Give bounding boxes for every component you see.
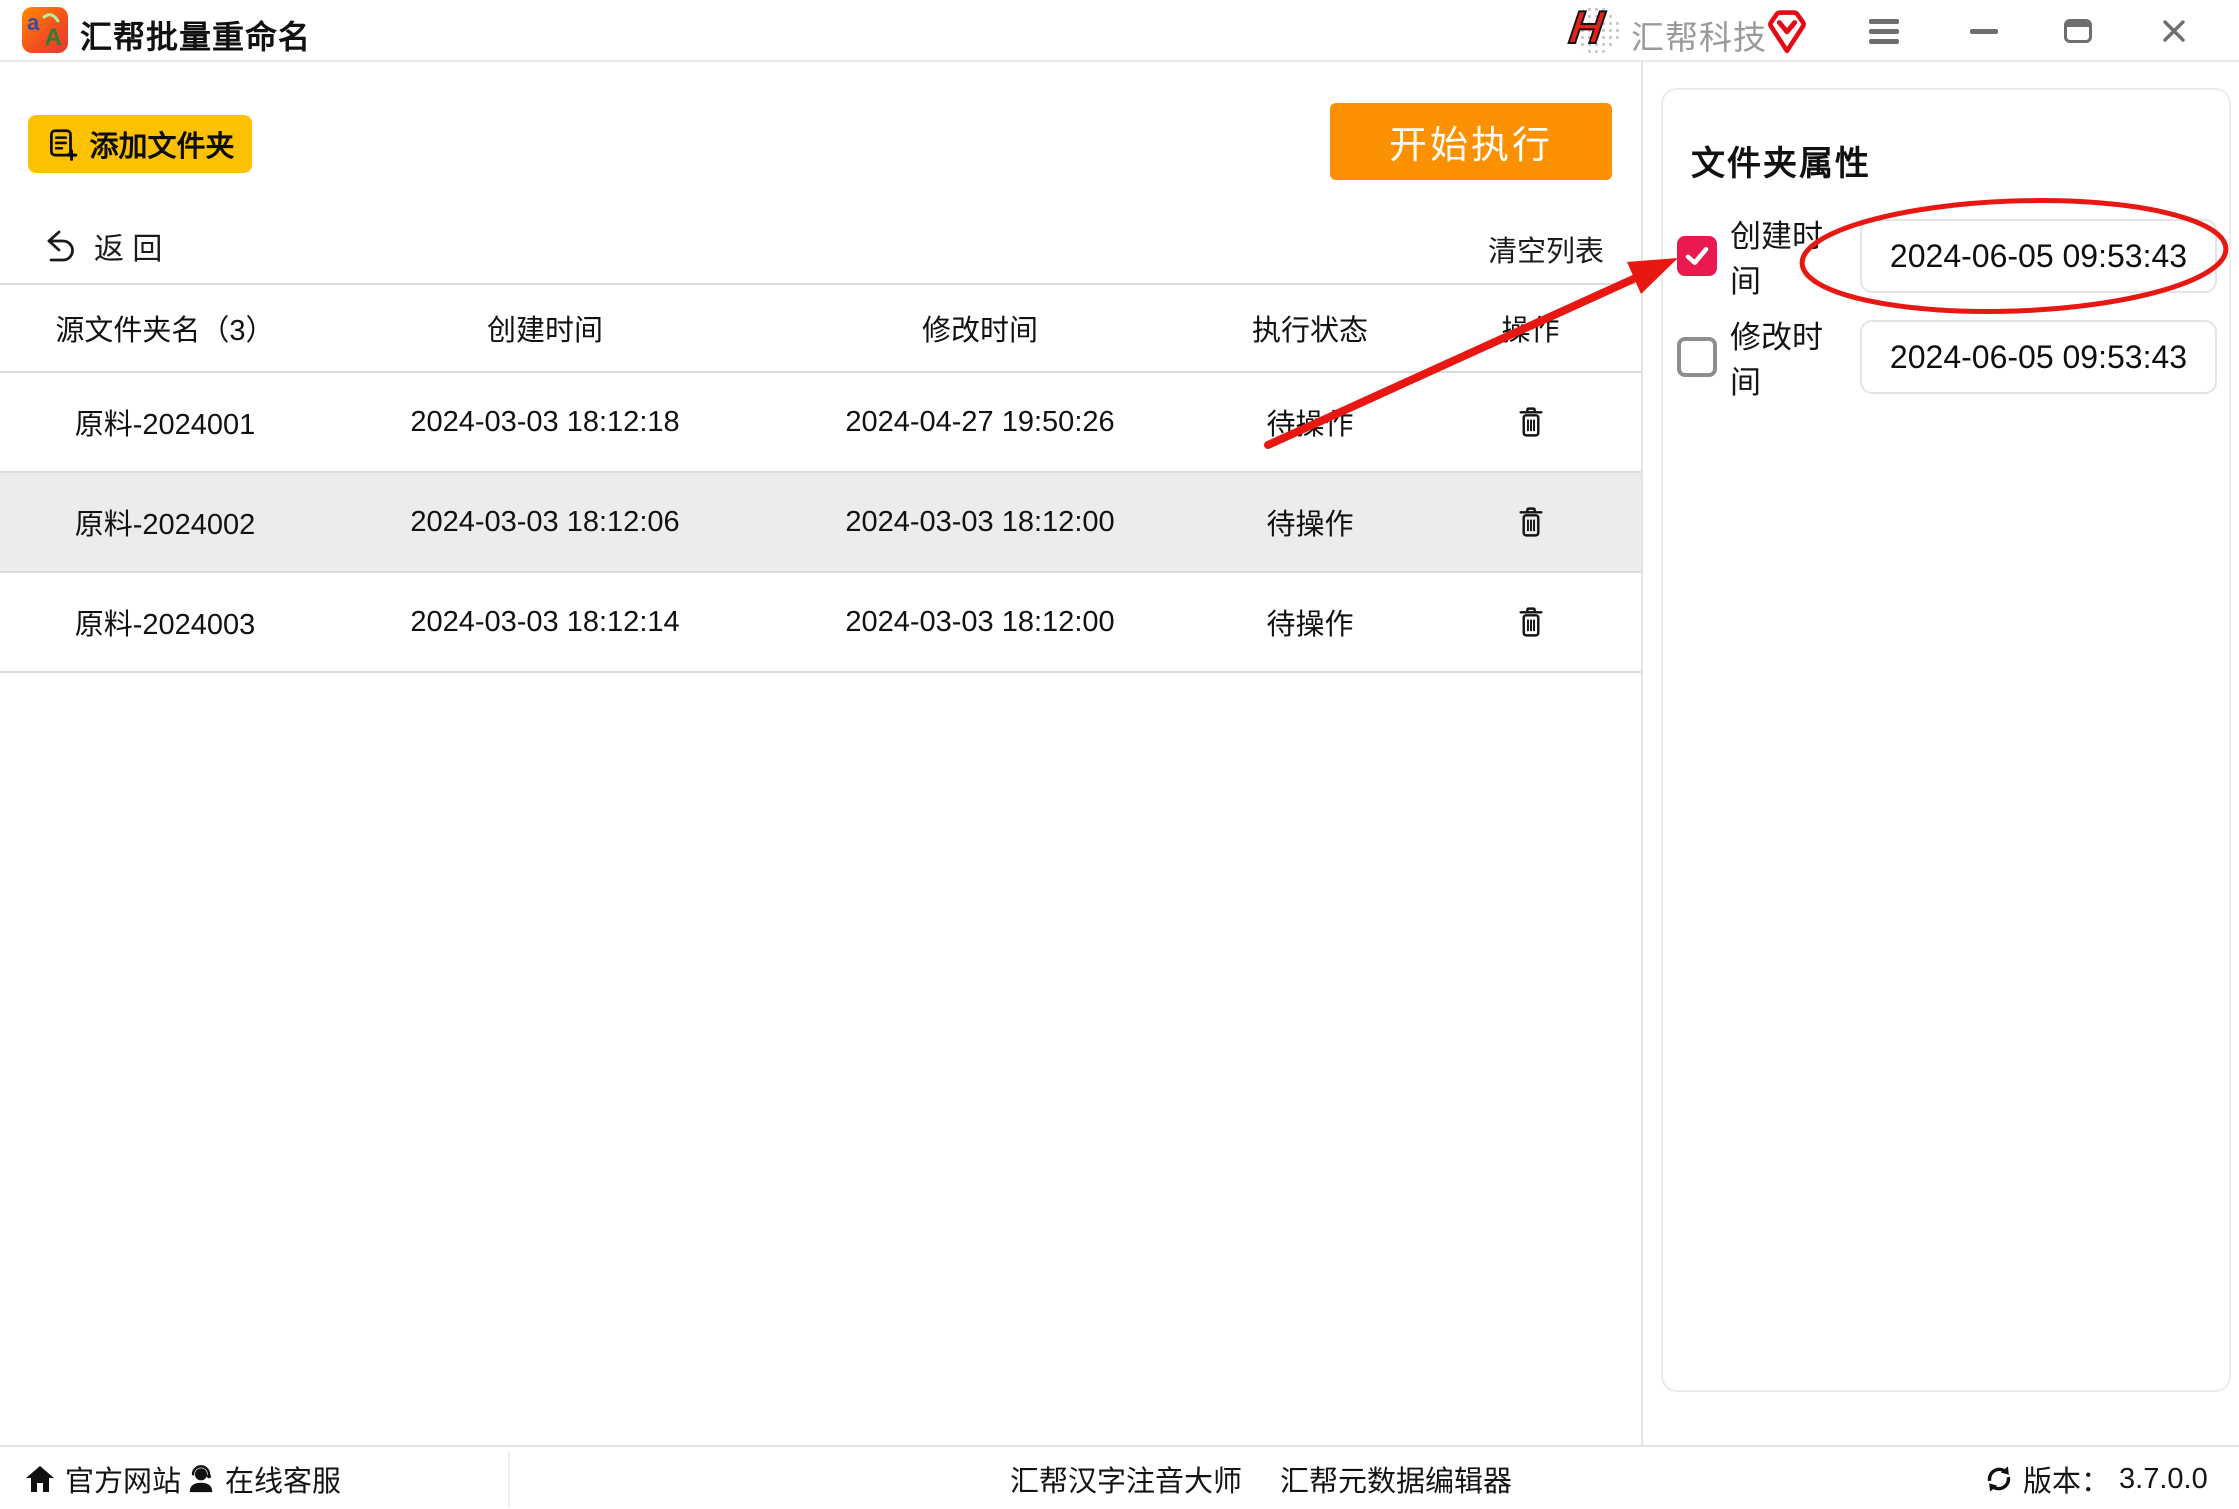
modified-time-label: 修改时间 [1730,312,1852,402]
cell-created: 2024-03-03 18:12:06 [330,506,760,539]
close-icon [2159,16,2189,46]
modified-time-input[interactable]: 2024-06-05 09:53:43 [1860,320,2217,394]
titlebar: a A 汇帮批量重命名 H 汇帮科技 [0,0,2239,62]
modified-time-checkbox[interactable] [1677,337,1717,377]
table-header-row: 源文件夹名（3） 创建时间 修改时间 执行状态 操作 [0,283,1641,373]
version-value: 3.7.0.0 [2119,1463,2208,1496]
properties-panel: 文件夹属性 创建时间 2024-06-05 09:53:43 修改时间 2024… [1643,62,2239,1445]
header-created-time: 创建时间 [330,307,760,349]
cell-modified: 2024-04-27 19:50:26 [760,406,1200,439]
cell-folder-name: 原料-2024002 [0,501,330,543]
header-exec-status: 执行状态 [1200,307,1420,349]
delete-row-button[interactable] [1516,405,1546,439]
header-modified-time: 修改时间 [760,307,1200,349]
table-row: 原料-2024001 2024-03-03 18:12:18 2024-04-2… [0,373,1641,473]
delete-row-button[interactable] [1516,605,1546,639]
created-time-row: 创建时间 2024-06-05 09:53:43 [1677,218,2217,294]
folder-table: 源文件夹名（3） 创建时间 修改时间 执行状态 操作 原料-2024001 20… [0,283,1641,673]
header-source-folder: 源文件夹名（3） [0,307,330,349]
version-info: 版本： 3.7.0.0 [1984,1447,2208,1509]
cell-status: 待操作 [1200,401,1420,443]
delete-row-button[interactable] [1516,505,1546,539]
panel-title: 文件夹属性 [1691,136,1871,185]
cell-created: 2024-03-03 18:12:18 [330,406,760,439]
window-title: 汇帮批量重命名 [80,12,311,58]
header-actions: 操作 [1420,307,1641,349]
check-icon [1682,241,1712,271]
home-icon [24,1464,56,1494]
folder-properties-card: 文件夹属性 创建时间 2024-06-05 09:53:43 修改时间 2024… [1661,88,2231,1392]
cell-folder-name: 原料-2024001 [0,401,330,443]
table-row: 原料-2024002 2024-03-03 18:12:06 2024-03-0… [0,473,1641,573]
official-site-link[interactable]: 官方网站 [24,1447,181,1509]
created-time-label: 创建时间 [1730,211,1852,301]
support-agent-icon [186,1464,216,1494]
menu-button[interactable] [1862,14,1906,48]
cell-status: 待操作 [1200,501,1420,543]
close-button[interactable] [2152,14,2196,48]
table-row: 原料-2024003 2024-03-03 18:12:14 2024-03-0… [0,573,1641,673]
trash-icon [1516,505,1546,539]
modified-time-row: 修改时间 2024-06-05 09:53:43 [1677,319,2217,395]
product-link-metadata[interactable]: 汇帮元数据编辑器 [1280,1447,1512,1509]
cell-folder-name: 原料-2024003 [0,601,330,643]
footer-divider [508,1451,510,1507]
back-arrow-icon [44,229,80,263]
add-document-icon [45,127,79,161]
maximize-button[interactable] [2056,14,2100,48]
back-label: 返 回 [94,224,162,268]
add-folder-button[interactable]: 添加文件夹 [28,115,252,173]
product-link-pinyin[interactable]: 汇帮汉字注音大师 [1010,1447,1242,1509]
clear-list-button[interactable]: 清空列表 [1488,228,1604,270]
back-button[interactable]: 返 回 [44,224,162,268]
cell-modified: 2024-03-03 18:12:00 [760,606,1200,639]
trash-icon [1516,405,1546,439]
created-time-input[interactable]: 2024-06-05 09:53:43 [1860,219,2217,293]
app-logo-icon: a A [22,7,68,53]
start-execute-button[interactable]: 开始执行 [1330,103,1612,180]
brand-name: 汇帮科技 [1631,11,1767,59]
shield-badge-icon [1766,8,1808,54]
cell-status: 待操作 [1200,601,1420,643]
main-area: 添加文件夹 开始执行 返 回 清空列表 源文件夹名（3） 创建时间 修改时间 执… [0,62,1643,1445]
update-refresh-icon[interactable] [1984,1464,2014,1494]
minimize-button[interactable] [1962,14,2006,48]
start-label: 开始执行 [1389,114,1553,169]
app-window: a A 汇帮批量重命名 H 汇帮科技 [0,0,2239,1509]
online-support-link[interactable]: 在线客服 [186,1447,341,1509]
brand-logo-icon: H [1566,2,1622,58]
cell-modified: 2024-03-03 18:12:00 [760,506,1200,539]
cell-created: 2024-03-03 18:12:14 [330,606,760,639]
footer: 官方网站 在线客服 汇帮汉字注音大师 汇帮元数据编辑器 版本： [0,1445,2239,1509]
version-label: 版本： [2023,1458,2110,1500]
trash-icon [1516,605,1546,639]
created-time-checkbox[interactable] [1677,236,1717,276]
add-folder-label: 添加文件夹 [89,123,234,165]
